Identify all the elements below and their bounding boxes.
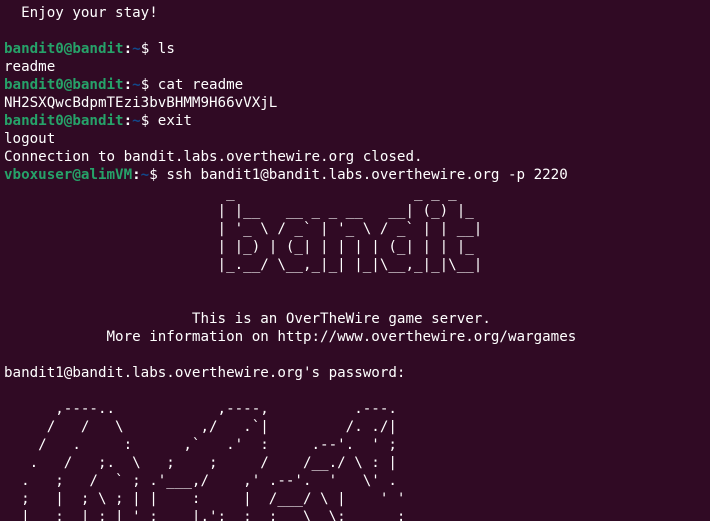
output-text: / . : ,` .' : .--'. ' ; [4, 437, 397, 453]
command-line: bandit0@bandit:~$ ls [4, 40, 710, 58]
prompt-user-host: bandit0@bandit [4, 113, 124, 129]
output-line: / . : ,` .' : .--'. ' ; [4, 436, 710, 454]
prompt-symbol: $ [140, 113, 158, 129]
output-line: | |__ __ _ _ __ __| (_) |_ [4, 202, 710, 220]
output-text: readme [4, 59, 56, 75]
prompt-user-host: vboxuser@alimVM [4, 167, 133, 183]
output-text: ,----.. ,----, .---. [4, 401, 397, 417]
output-text: . ; / ` ; .'___,/ ,' .--'. ' \' . [4, 473, 397, 489]
prompt-separator: : [123, 41, 133, 57]
output-line: ,----.. ,----, .---. [4, 400, 710, 418]
output-text: | |_) | (_| | | | | (_| | | |_ [4, 239, 483, 255]
prompt-separator: : [123, 113, 133, 129]
output-line: . ; / ` ; .'___,/ ,' .--'. ' \' . [4, 472, 710, 490]
output-line: logout [4, 130, 710, 148]
output-line: Connection to bandit.labs.overthewire.or… [4, 148, 710, 166]
prompt-user-host: bandit0@bandit [4, 77, 124, 93]
output-line: NH2SXQwcBdpmTEzi3bvBHMM9H66vVXjL [4, 94, 710, 112]
output-line: More information on http://www.overthewi… [4, 328, 710, 346]
output-line: readme [4, 58, 710, 76]
output-text: _ _ _ _ [4, 185, 483, 201]
prompt-path: ~ [132, 113, 141, 129]
prompt-symbol: $ [140, 41, 158, 57]
command-line: bandit0@bandit:~$ cat readme [4, 76, 710, 94]
output-text: NH2SXQwcBdpmTEzi3bvBHMM9H66vVXjL [4, 95, 278, 111]
output-line: | '_ \ / _` | '_ \ / _` | | __| [4, 220, 710, 238]
output-line: / / \ ,/ .`| /. ./| [4, 418, 710, 436]
output-text: | : | ; | ' ; |.'; ; ; \ \; : [4, 509, 406, 521]
output-line: ; | ; \ ; | | : | /___/ \ | ' ' [4, 490, 710, 508]
output-text: bandit1@bandit.labs.overthewire.org's pa… [4, 365, 414, 381]
command-line: vboxuser@alimVM:~$ ssh bandit1@bandit.la… [4, 166, 710, 184]
prompt-user-host: bandit0@bandit [4, 41, 124, 57]
output-line: | |_) | (_| | | | | (_| | | |_ [4, 238, 710, 256]
output-text: More information on http://www.overthewi… [4, 329, 577, 345]
prompt-symbol: $ [140, 77, 158, 93]
output-text: logout [4, 131, 56, 147]
command-text: exit [157, 113, 192, 129]
output-text: | |__ __ _ _ __ __| (_) |_ [4, 203, 483, 219]
prompt-separator: : [123, 77, 133, 93]
output-line: . / ;. \ ; ; / /__./ \ : | [4, 454, 710, 472]
prompt-separator: : [132, 167, 141, 183]
command-text: ssh bandit1@bandit.labs.overthewire.org … [166, 167, 568, 183]
prompt-path: ~ [140, 167, 150, 183]
output-text: This is an OverTheWire game server. [4, 311, 491, 327]
output-text: | '_ \ / _` | '_ \ / _` | | __| [4, 221, 483, 237]
command-line: bandit0@bandit:~$ exit [4, 112, 710, 130]
prompt-path: ~ [132, 77, 141, 93]
output-line: |_.__/ \__,_|_| |_|\__,_|_|\__| [4, 256, 710, 274]
output-text: |_.__/ \__,_|_| |_|\__,_|_|\__| [4, 257, 483, 273]
output-text: . / ;. \ ; ; / /__./ \ : | [4, 455, 397, 471]
output-line: | : | ; | ' ; |.'; ; ; \ \; : [4, 508, 710, 521]
output-line: bandit1@bandit.labs.overthewire.org's pa… [4, 364, 710, 382]
output-text: Connection to bandit.labs.overthewire.or… [4, 149, 423, 165]
terminal-window[interactable]: Enjoy your stay! bandit0@bandit:~$ ls read… [0, 0, 710, 521]
output-line: This is an OverTheWire game server. [4, 310, 710, 328]
prompt-symbol: $ [149, 167, 167, 183]
output-line: Enjoy your stay! [4, 4, 710, 22]
command-text: ls [157, 41, 175, 57]
command-text: cat readme [157, 77, 244, 93]
output-text: Enjoy your stay! [4, 5, 158, 21]
output-text: / / \ ,/ .`| /. ./| [4, 419, 397, 435]
prompt-path: ~ [132, 41, 141, 57]
output-text: ; | ; \ ; | | : | /___/ \ | ' ' [4, 491, 406, 507]
output-line: _ _ _ _ [4, 184, 710, 202]
